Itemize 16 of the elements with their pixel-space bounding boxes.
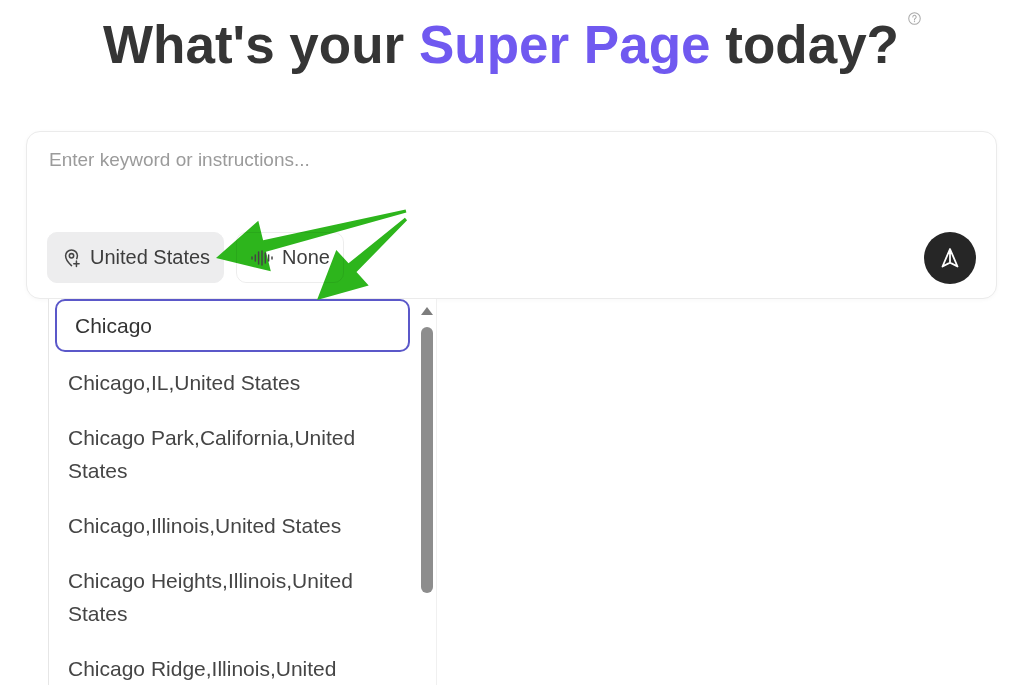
page-heading: What's your Super Page today? (103, 14, 899, 75)
help-icon[interactable] (908, 12, 921, 25)
location-option[interactable]: Chicago,IL,United States (49, 366, 415, 399)
sound-wave-icon (251, 249, 274, 266)
location-option[interactable]: Chicago,Illinois,United States (49, 509, 415, 542)
location-option[interactable]: Chicago Ridge,Illinois,United (49, 652, 415, 685)
prompt-box[interactable]: Enter keyword or instructions... United States None (26, 131, 997, 299)
location-search-field[interactable]: Chicago (55, 299, 410, 352)
scroll-up-arrow-icon[interactable] (421, 307, 433, 315)
send-button[interactable] (924, 231, 976, 284)
scrollbar-thumb[interactable] (421, 327, 433, 593)
prompt-field[interactable]: Enter keyword or instructions... (49, 149, 976, 224)
location-button[interactable]: United States (47, 232, 225, 283)
location-option[interactable]: Chicago Heights,Illinois,United States (49, 564, 415, 630)
location-option[interactable]: Chicago Park,California,United States (49, 421, 415, 487)
map-pin-icon (62, 247, 81, 268)
